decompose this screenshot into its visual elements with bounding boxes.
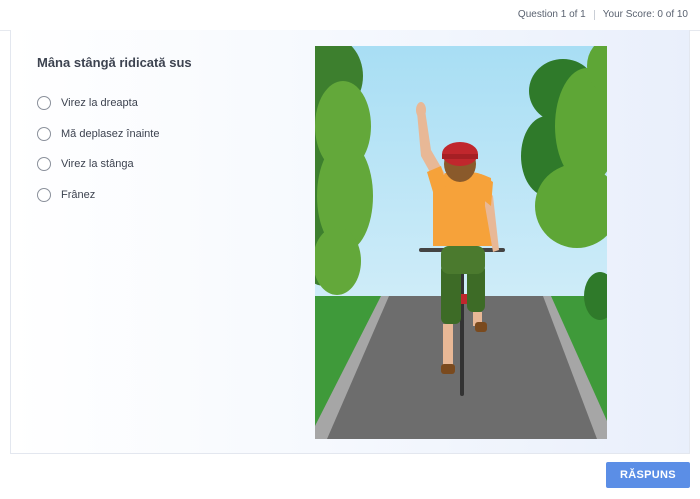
option-label: Virez la stânga: [61, 158, 134, 170]
answer-button[interactable]: RĂSPUNS: [606, 462, 690, 488]
question-card: Mâna stângă ridicată sus Virez la dreapt…: [10, 30, 690, 454]
quiz-meta: Question 1 of 1 Your Score: 0 of 10: [518, 9, 688, 20]
option-ma-deplasez-inainte[interactable]: Mă deplasez înainte: [37, 123, 159, 145]
option-virez-la-dreapta[interactable]: Virez la dreapta: [37, 92, 159, 114]
option-franez[interactable]: Frânez: [37, 184, 159, 206]
question-counter: Question 1 of 1: [517, 9, 586, 20]
cyclist-illustration: [315, 46, 607, 439]
radio-button[interactable]: [37, 96, 51, 110]
option-label: Virez la dreapta: [61, 97, 138, 109]
answer-options: Virez la dreapta Mă deplasez înainte Vir…: [37, 92, 159, 214]
radio-button[interactable]: [37, 126, 51, 141]
question-text: Mâna stângă ridicată sus: [37, 55, 192, 70]
option-virez-la-stanga[interactable]: Virez la stânga: [37, 153, 159, 175]
score-display: Your Score: 0 of 10: [602, 9, 688, 20]
divider: [593, 9, 595, 20]
option-label: Frânez: [61, 188, 96, 201]
top-bar: Question 1 of 1 Your Score: 0 of 10: [0, 0, 700, 31]
radio-button[interactable]: [37, 187, 51, 202]
option-label: Mă deplasez înainte: [61, 127, 160, 140]
footer-bar: RĂSPUNS: [0, 454, 700, 499]
radio-button[interactable]: [37, 157, 51, 171]
cyclist-image: [315, 46, 607, 439]
